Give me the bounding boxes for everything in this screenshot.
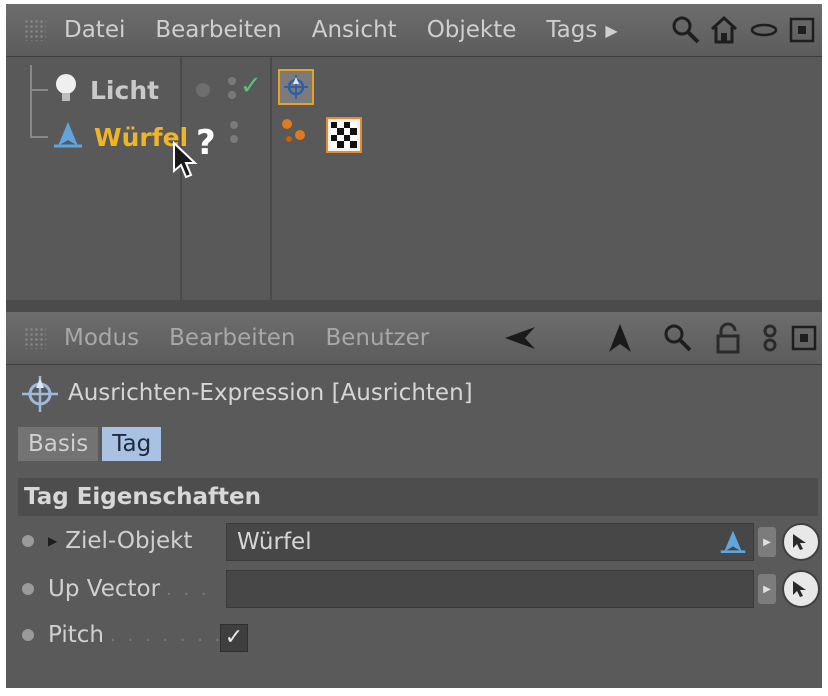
- animation-dot[interactable]: [22, 629, 34, 641]
- link-menu-button[interactable]: ▶: [758, 527, 776, 557]
- enabled-check-icon[interactable]: ✓: [240, 71, 262, 101]
- label-dots: . . . . . . .: [110, 624, 224, 646]
- menu-objekte[interactable]: Objekte: [427, 17, 517, 43]
- align-expression-icon: [20, 374, 60, 418]
- menu-datei[interactable]: Datei: [64, 17, 125, 43]
- param-label: Ziel-Objekt: [65, 528, 193, 554]
- object-manager-menubar: Datei Bearbeiten Ansicht Objekte Tags ▶: [6, 4, 822, 57]
- section-header: Tag Eigenschaften: [18, 478, 818, 516]
- param-row-pitch: Pitch . . . . . . .: [18, 622, 223, 648]
- link-icon[interactable]: [752, 320, 788, 356]
- menu-bearbeiten[interactable]: Bearbeiten: [169, 325, 295, 351]
- phong-tag-icon[interactable]: [278, 115, 310, 147]
- back-arrow-icon[interactable]: [502, 320, 538, 356]
- object-row-wuerfel[interactable]: Würfel: [52, 119, 188, 155]
- attribute-tabs: Basis Tag: [18, 427, 162, 461]
- lock-icon[interactable]: [710, 320, 746, 356]
- label-dots: . . .: [166, 578, 210, 600]
- search-icon[interactable]: [668, 12, 704, 48]
- panel-grip-icon[interactable]: [24, 19, 46, 41]
- attribute-title: Ausrichten-Expression [Ausrichten]: [68, 380, 473, 406]
- material-tag-icon[interactable]: [326, 117, 362, 153]
- view-icon[interactable]: [746, 12, 782, 48]
- up-vector-field[interactable]: [226, 570, 754, 608]
- tree-line: [30, 89, 48, 91]
- pitch-checkbox[interactable]: ✓: [220, 624, 248, 652]
- param-row-ziel-objekt: ▶ Ziel-Objekt: [18, 528, 192, 554]
- pick-object-button[interactable]: [782, 523, 820, 561]
- visibility-dot[interactable]: [196, 83, 210, 97]
- menu-modus[interactable]: Modus: [64, 325, 139, 351]
- panel-icon[interactable]: [786, 320, 822, 356]
- object-row-licht[interactable]: Licht: [52, 72, 159, 108]
- panel-grip-icon[interactable]: [24, 327, 46, 349]
- tab-basis[interactable]: Basis: [18, 427, 99, 461]
- mouse-cursor-icon: [172, 140, 198, 183]
- expand-arrow-icon[interactable]: ▶: [48, 534, 57, 548]
- light-icon: [52, 72, 80, 108]
- visibility-flag-icon[interactable]: [228, 77, 236, 101]
- param-label: Pitch: [48, 622, 104, 648]
- link-menu-button[interactable]: ▶: [758, 574, 776, 604]
- menu-benutzer[interactable]: Benutzer: [325, 325, 429, 351]
- panel-separator[interactable]: [6, 300, 822, 312]
- field-value: Würfel: [237, 529, 312, 555]
- object-list: Licht Würfel ✓ ?: [6, 57, 822, 302]
- menu-overflow-icon[interactable]: ▶: [605, 21, 617, 40]
- param-label: Up Vector: [48, 576, 161, 602]
- cinema4d-panel: Datei Bearbeiten Ansicht Objekte Tags ▶: [6, 4, 822, 688]
- align-tag-icon[interactable]: [278, 69, 314, 105]
- menu-bearbeiten[interactable]: Bearbeiten: [155, 17, 281, 43]
- param-row-up-vector: Up Vector . . .: [18, 576, 210, 602]
- visibility-flag-icon[interactable]: [230, 121, 238, 145]
- panel-icon[interactable]: [784, 12, 820, 48]
- object-name-licht[interactable]: Licht: [90, 76, 159, 105]
- animation-dot[interactable]: [22, 535, 34, 547]
- attribute-manager-menubar: Modus Bearbeiten Benutzer: [6, 312, 822, 365]
- alignment-icon: [52, 119, 84, 155]
- menu-tags[interactable]: Tags: [546, 17, 597, 43]
- column-divider: [270, 57, 272, 302]
- ziel-objekt-field[interactable]: Würfel: [226, 523, 754, 561]
- alignment-icon: [719, 528, 747, 562]
- menu-ansicht[interactable]: Ansicht: [312, 17, 397, 43]
- question-mark-icon: ?: [196, 123, 216, 163]
- search-icon[interactable]: [660, 320, 696, 356]
- tree-line: [30, 136, 48, 138]
- home-icon[interactable]: [706, 12, 742, 48]
- pick-object-button[interactable]: [782, 570, 820, 608]
- animation-dot[interactable]: [22, 583, 34, 595]
- tree-line: [30, 65, 32, 137]
- tab-tag[interactable]: Tag: [102, 427, 162, 461]
- checkmark-icon: ✓: [224, 625, 244, 650]
- up-arrow-icon[interactable]: [602, 320, 638, 356]
